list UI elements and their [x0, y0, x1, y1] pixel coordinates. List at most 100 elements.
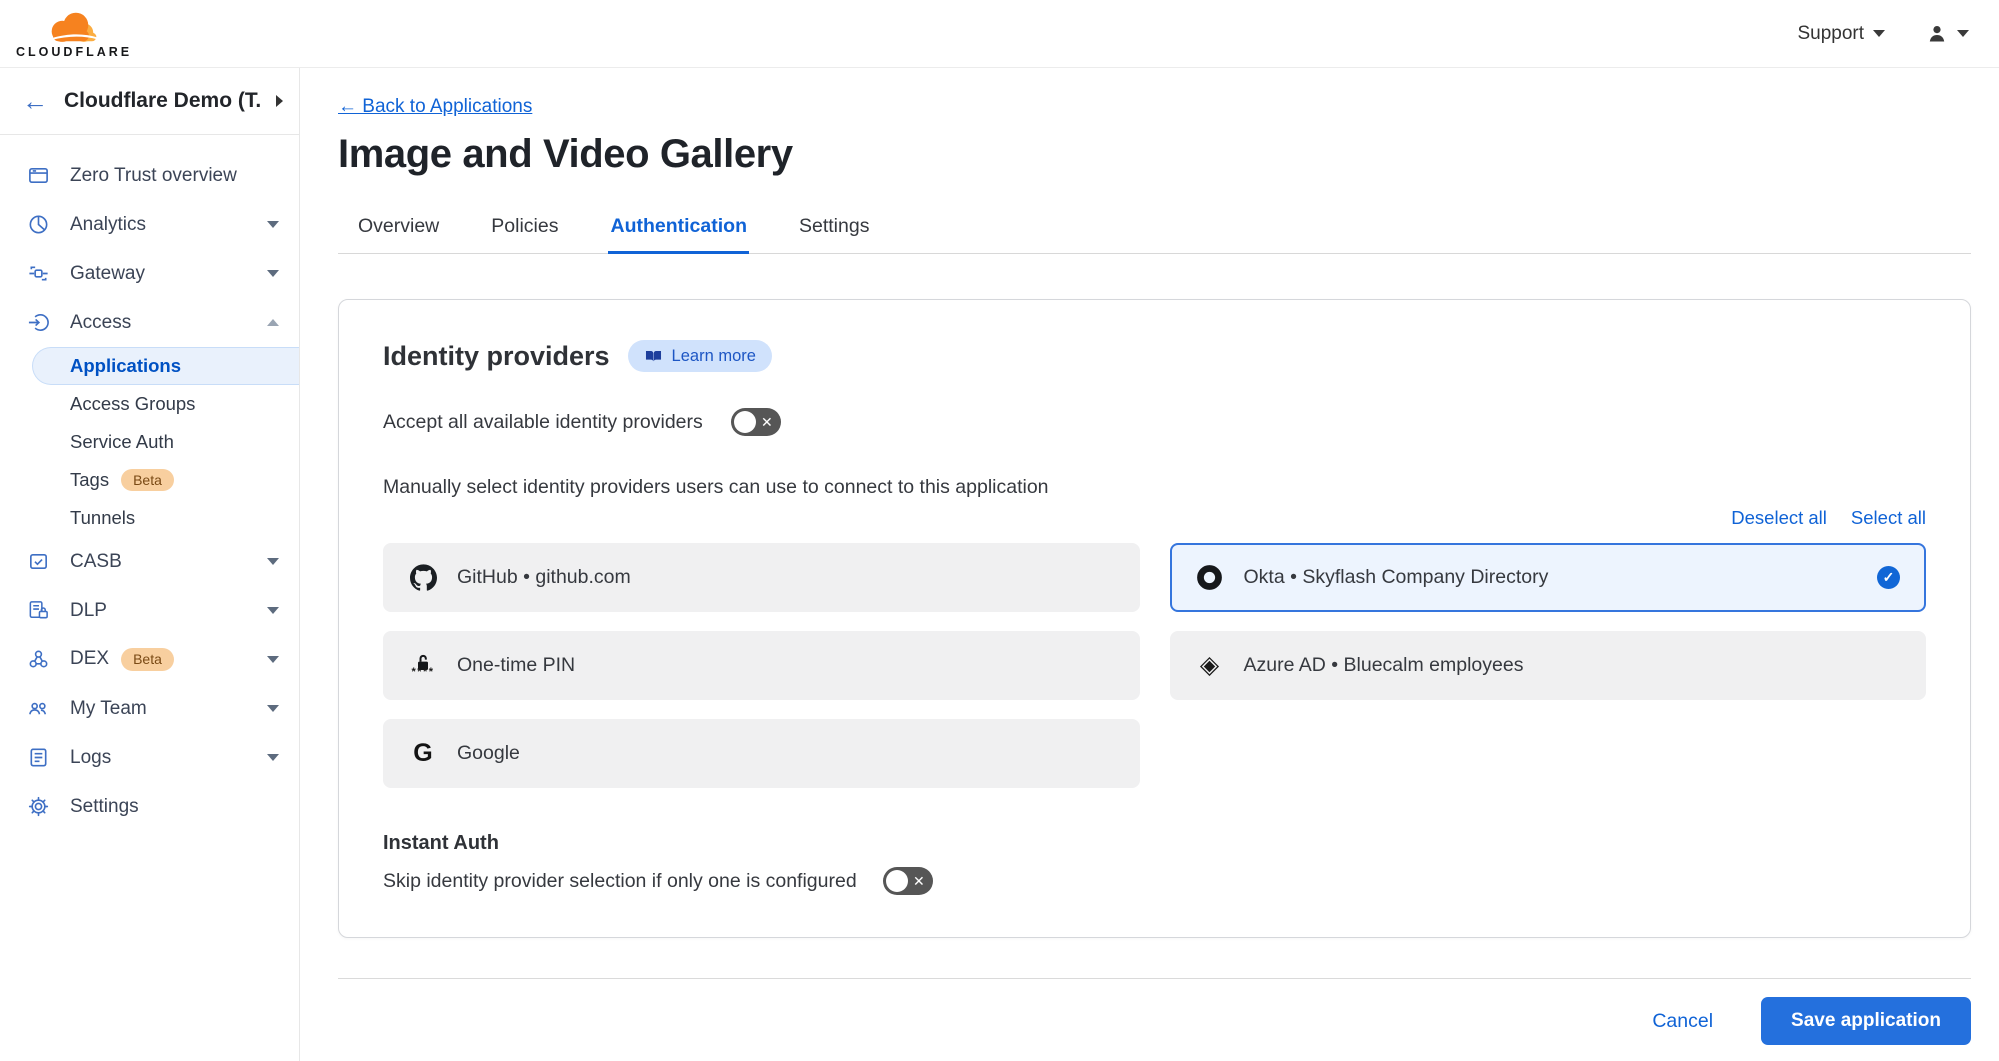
cancel-button[interactable]: Cancel [1652, 1010, 1713, 1033]
sidebar-item-analytics[interactable]: Analytics [0, 200, 299, 249]
okta-icon [1196, 564, 1224, 591]
select-all-link[interactable]: Select all [1851, 507, 1926, 529]
nav-label: Settings [70, 796, 139, 818]
one-time-pin-icon: **** [409, 654, 437, 678]
beta-badge: Beta [121, 469, 174, 492]
instant-auth-toggle[interactable]: ✕ [883, 867, 933, 895]
provider-label: Okta • Skyflash Company Directory [1244, 566, 1549, 589]
tab-authentication[interactable]: Authentication [608, 205, 749, 254]
provider-grid: GitHub • github.com Okta • Skyflash Comp… [383, 543, 1926, 788]
footer-divider [338, 978, 1971, 979]
toggle-knob [886, 870, 908, 892]
sidebar-item-gateway[interactable]: Gateway [0, 249, 299, 298]
access-login-icon [26, 311, 50, 335]
casb-icon [26, 550, 50, 574]
learn-more-button[interactable]: Learn more [628, 340, 772, 372]
sidebar-item-applications[interactable]: Applications [32, 347, 299, 385]
toggle-off-x-icon: ✕ [761, 415, 773, 429]
tab-bar: Overview Policies Authentication Setting… [338, 205, 1971, 254]
github-icon [409, 564, 437, 591]
sidebar-nav: Zero Trust overview Analytics [0, 135, 299, 831]
tab-policies[interactable]: Policies [489, 205, 560, 254]
cloudflare-logo[interactable]: CLOUDFLARE [16, 9, 132, 59]
provider-label: GitHub • github.com [457, 566, 631, 589]
beta-badge: Beta [121, 648, 174, 671]
chevron-down-icon [1873, 30, 1885, 37]
nav-label: Tags [70, 469, 109, 491]
sidebar: ← Cloudflare Demo (T... Zero Trust overv… [0, 68, 300, 1061]
chevron-down-icon[interactable] [267, 270, 279, 277]
provider-tile-github[interactable]: GitHub • github.com [383, 543, 1140, 612]
logs-document-icon [26, 746, 50, 770]
chevron-down-icon[interactable] [267, 221, 279, 228]
nav-label: DLP [70, 600, 107, 622]
identity-providers-heading: Identity providers [383, 341, 610, 372]
provider-label: Azure AD • Bluecalm employees [1244, 654, 1524, 677]
nav-label: Applications [70, 355, 181, 377]
main-content: ← Back to Applications Image and Video G… [300, 68, 1999, 1061]
instant-auth-label: Skip identity provider selection if only… [383, 870, 857, 893]
chevron-down-icon[interactable] [267, 705, 279, 712]
cloudflare-cloud-icon [43, 9, 105, 45]
sidebar-item-logs[interactable]: Logs [0, 733, 299, 782]
sidebar-item-tunnels[interactable]: Tunnels [0, 499, 299, 537]
nav-label: Tunnels [70, 507, 135, 529]
provider-tile-azure-ad[interactable]: ◈ Azure AD • Bluecalm employees [1170, 631, 1927, 700]
accept-all-toggle[interactable]: ✕ [731, 408, 781, 436]
team-people-icon [26, 697, 50, 721]
provider-label: One-time PIN [457, 654, 575, 677]
google-icon: G [409, 741, 437, 766]
nav-label: Access [70, 312, 131, 334]
sidebar-item-dex[interactable]: DEX Beta [0, 635, 299, 684]
chevron-down-icon[interactable] [267, 754, 279, 761]
sidebar-item-dlp[interactable]: DLP [0, 586, 299, 635]
selected-check-icon: ✓ [1877, 566, 1900, 589]
gateway-icon [26, 262, 50, 286]
user-icon [1925, 22, 1949, 46]
chevron-down-icon[interactable] [267, 607, 279, 614]
chevron-right-icon[interactable] [276, 95, 283, 107]
support-menu[interactable]: Support [1797, 23, 1885, 45]
learn-more-label: Learn more [672, 347, 756, 366]
azure-ad-icon: ◈ [1196, 653, 1224, 678]
sidebar-item-settings[interactable]: Settings [0, 782, 299, 831]
sidebar-item-my-team[interactable]: My Team [0, 684, 299, 733]
tab-overview[interactable]: Overview [356, 205, 441, 254]
nav-label: Service Auth [70, 431, 174, 453]
save-application-button[interactable]: Save application [1761, 997, 1971, 1045]
user-menu[interactable] [1925, 22, 1969, 46]
back-to-applications-link[interactable]: ← Back to Applications [338, 96, 532, 118]
nav-label: CASB [70, 551, 122, 573]
chevron-down-icon[interactable] [267, 656, 279, 663]
account-name[interactable]: Cloudflare Demo (T... [64, 89, 260, 113]
provider-label: Google [457, 742, 520, 765]
sidebar-item-access-groups[interactable]: Access Groups [0, 385, 299, 423]
sidebar-item-casb[interactable]: CASB [0, 537, 299, 586]
gear-icon [26, 795, 50, 819]
support-label: Support [1797, 23, 1864, 45]
nav-label: Gateway [70, 263, 145, 285]
sidebar-item-tags[interactable]: Tags Beta [0, 461, 299, 499]
sidebar-item-service-auth[interactable]: Service Auth [0, 423, 299, 461]
deselect-all-link[interactable]: Deselect all [1731, 507, 1827, 529]
provider-tile-google[interactable]: G Google [383, 719, 1140, 788]
chevron-down-icon [1957, 30, 1969, 37]
chevron-up-icon[interactable] [267, 319, 279, 326]
tab-settings[interactable]: Settings [797, 205, 871, 254]
nav-label: Access Groups [70, 393, 195, 415]
chevron-down-icon[interactable] [267, 558, 279, 565]
sidebar-item-access[interactable]: Access [0, 298, 299, 347]
toggle-knob [734, 411, 756, 433]
sidebar-item-zero-trust-overview[interactable]: Zero Trust overview [0, 151, 299, 200]
otp-stars: **** [411, 667, 434, 678]
manual-select-text: Manually select identity providers users… [383, 476, 1926, 499]
cloudflare-wordmark: CLOUDFLARE [16, 46, 132, 59]
nav-label: Logs [70, 747, 111, 769]
analytics-pie-icon [26, 213, 50, 237]
nav-label: DEX [70, 648, 109, 670]
book-icon [644, 347, 663, 366]
provider-tile-okta[interactable]: Okta • Skyflash Company Directory ✓ [1170, 543, 1927, 612]
back-arrow-icon[interactable]: ← [22, 88, 48, 114]
provider-tile-one-time-pin[interactable]: **** One-time PIN [383, 631, 1140, 700]
toggle-off-x-icon: ✕ [913, 874, 925, 888]
